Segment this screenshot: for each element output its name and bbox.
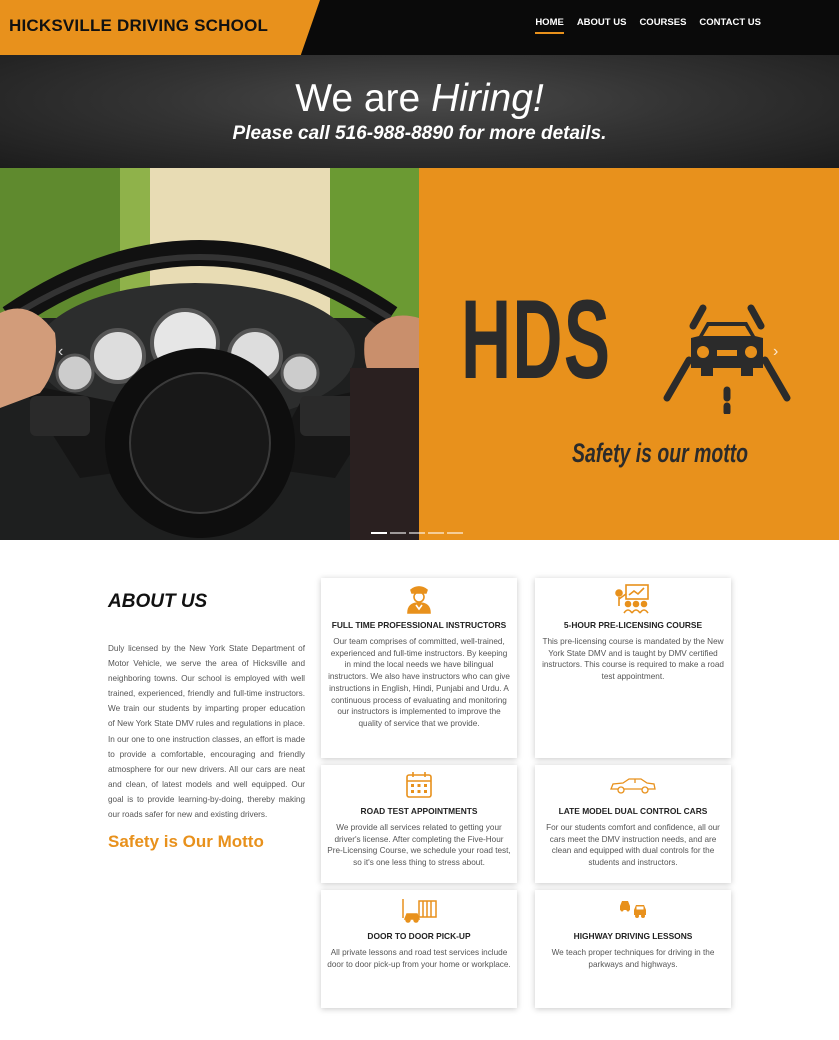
slider-pagination — [371, 532, 463, 534]
card-title: HIGHWAY DRIVING LESSONS — [573, 931, 693, 941]
nav-contact-us[interactable]: CONTACT US — [699, 17, 761, 34]
card-text: We teach proper techniques for driving i… — [551, 948, 715, 969]
card-title: LATE MODEL DUAL CONTROL CARS — [558, 806, 708, 816]
pickup-icon — [402, 899, 437, 923]
feature-card-highway: HIGHWAY DRIVING LESSONS We teach proper … — [535, 890, 731, 1008]
about-title: ABOUT US — [108, 591, 208, 612]
nav-about-us[interactable]: ABOUT US — [577, 17, 627, 34]
hero-motto: Safety is our motto — [572, 438, 749, 468]
card-text: We provide all services related to getti… — [327, 823, 511, 868]
slider-dot[interactable] — [447, 532, 463, 534]
car-icon — [610, 778, 656, 794]
slider-dot[interactable] — [409, 532, 425, 534]
feature-card-road-test: ROAD TEST APPOINTMENTS We provide all se… — [321, 765, 517, 883]
slider-next-arrow[interactable]: › — [773, 343, 778, 361]
about-motto: Safety is Our Motto — [108, 832, 264, 851]
card-text: All private lessons and road test servic… — [327, 948, 511, 969]
nav-home[interactable]: HOME — [535, 17, 564, 34]
feature-card-instructors: FULL TIME PROFESSIONAL INSTRUCTORS Our t… — [321, 578, 517, 758]
card-text: This pre-licensing course is mandated by… — [542, 637, 724, 682]
hiring-banner: We are Hiring! Please call 516-988-8890 … — [0, 55, 839, 168]
hiring-title-prefix: We are — [295, 77, 432, 120]
card-text: For our students comfort and confidence,… — [546, 823, 720, 868]
card-text: Our team comprises of committed, well-tr… — [328, 637, 510, 728]
hiring-title: We are Hiring! — [0, 77, 839, 121]
card-title: ROAD TEST APPOINTMENTS — [360, 806, 478, 816]
hero-slider: ‹ HDS Safety is our motto › — [0, 168, 839, 540]
slider-dot[interactable] — [371, 532, 387, 534]
slider-prev-arrow[interactable]: ‹ — [58, 343, 63, 361]
feature-card-dual-control: LATE MODEL DUAL CONTROL CARS For our stu… — [535, 765, 731, 883]
hiring-title-emphasis: Hiring! — [431, 77, 544, 120]
hds-logo-text: HDS — [461, 277, 612, 402]
hiring-subtitle: Please call 516-988-8890 for more detail… — [232, 123, 607, 144]
card-title: 5-HOUR PRE-LICENSING COURSE — [563, 620, 703, 630]
slider-dot[interactable] — [428, 532, 444, 534]
feature-card-pickup: DOOR TO DOOR PICK-UP All private lessons… — [321, 890, 517, 1008]
steering-wheel-photo: ‹ — [0, 168, 419, 540]
card-title: FULL TIME PROFESSIONAL INSTRUCTORS — [331, 620, 507, 630]
highway-icon — [620, 901, 646, 918]
card-title: DOOR TO DOOR PICK-UP — [367, 931, 471, 941]
site-logo[interactable]: HICKSVILLE DRIVING SCHOOL — [9, 16, 268, 36]
main-nav: HOME ABOUT US COURSES CONTACT US — [535, 17, 761, 34]
slider-dot[interactable] — [390, 532, 406, 534]
classroom-icon — [615, 584, 649, 614]
instructor-icon — [407, 586, 431, 614]
about-body: Duly licensed by the New York State Depa… — [108, 644, 305, 820]
hds-logo-panel: HDS Safety is our motto › — [419, 168, 839, 540]
site-header: HICKSVILLE DRIVING SCHOOL HOME ABOUT US … — [0, 0, 839, 55]
feature-card-pre-licensing: 5-HOUR PRE-LICENSING COURSE This pre-lic… — [535, 578, 731, 758]
nav-courses[interactable]: COURSES — [639, 17, 686, 34]
calendar-icon — [406, 772, 432, 798]
